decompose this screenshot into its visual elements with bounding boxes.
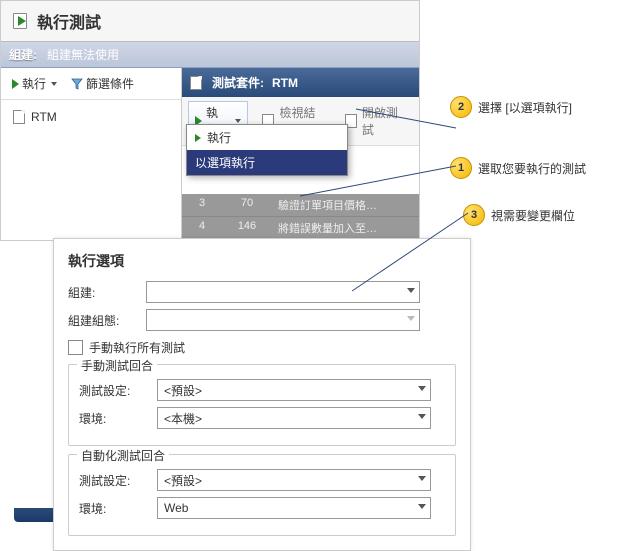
suite-icon: [13, 110, 27, 124]
chevron-down-icon: [418, 386, 426, 391]
callout-text: 選取您要執行的測試: [478, 160, 586, 177]
manual-all-label: 手動執行所有測試: [89, 339, 185, 356]
callout-text: 視需要變更欄位: [491, 207, 575, 224]
dialog-title: 執行選項: [68, 251, 456, 271]
chevron-down-icon: [418, 504, 426, 509]
dropdown-run-options-label: 以選項執行: [195, 154, 255, 171]
callout-1: 1 選取您要執行的測試: [450, 157, 586, 179]
test-settings-label: 測試設定:: [79, 472, 157, 489]
manual-group: 手動測試回合 測試設定: <預設> 環境: <本機>: [68, 364, 456, 446]
callout-text: 選擇 [以選項執行]: [478, 99, 572, 116]
environment-label: 環境:: [79, 500, 157, 517]
open-tests-button[interactable]: 開啟測試: [339, 101, 413, 141]
chevron-down-icon: [51, 82, 57, 86]
run-options-dialog: 執行選項 組建: 組建組態: 手動執行所有測試 手動測試回合 測試設定: <預設…: [53, 238, 471, 551]
chevron-down-icon: [418, 476, 426, 481]
auto-legend: 自動化測試回合: [77, 447, 169, 464]
auto-group: 自動化測試回合 測試設定: <預設> 環境: Web: [68, 454, 456, 536]
callout-number: 1: [450, 157, 472, 179]
suite-header: 測試套件: RTM: [182, 68, 419, 97]
run-dropdown: 執行 以選項執行: [186, 124, 348, 176]
row-id: 70: [222, 194, 272, 216]
main-window: 執行測試 組建: 組建無法使用 執行 篩選條件: [0, 0, 420, 241]
left-run-label: 執行: [22, 75, 46, 92]
checkbox-icon: [68, 340, 83, 355]
suite-icon: [190, 76, 204, 90]
test-tree: RTM: [1, 100, 181, 134]
dropdown-item-run-with-options[interactable]: 以選項執行: [187, 150, 347, 175]
manual-all-checkbox[interactable]: 手動執行所有測試: [68, 339, 456, 356]
filter-button[interactable]: 篩選條件: [66, 72, 139, 95]
select-value: <預設>: [164, 472, 202, 489]
suite-prefix: 測試套件:: [212, 74, 264, 91]
suite-name: RTM: [272, 76, 298, 90]
titlebar: 執行測試: [1, 1, 419, 42]
open-tests-label: 開啟測試: [362, 104, 407, 138]
row-number: 3: [182, 194, 222, 216]
tree-item-label: RTM: [31, 110, 57, 124]
table-row[interactable]: 4 146 將錯誤數量加入至…: [182, 217, 419, 240]
callout-3: 3 視需要變更欄位: [463, 204, 575, 226]
callout-number: 3: [463, 204, 485, 226]
select-value: <本機>: [164, 410, 202, 427]
row-number: 4: [182, 217, 222, 239]
right-pane: 測試套件: RTM 執行 檢視結果 開啟測試: [182, 68, 419, 240]
row-id: 146: [222, 217, 272, 239]
auto-test-settings-select[interactable]: <預設>: [157, 469, 431, 491]
build-config-label: 組建組態:: [68, 312, 146, 329]
row-title: 將錯誤數量加入至…: [272, 217, 419, 239]
callout-number: 2: [450, 96, 472, 118]
select-value: Web: [164, 501, 188, 515]
auto-environment-select[interactable]: Web: [157, 497, 431, 519]
manual-legend: 手動測試回合: [77, 357, 157, 374]
row-title: 驗證訂單項目價格…: [272, 194, 419, 216]
build-select[interactable]: [146, 281, 420, 303]
chevron-down-icon: [235, 119, 241, 123]
test-grid: 3 70 驗證訂單項目價格… 4 146 將錯誤數量加入至…: [182, 194, 419, 240]
tree-item-rtm[interactable]: RTM: [9, 108, 173, 126]
manual-environment-select[interactable]: <本機>: [157, 407, 431, 429]
build-label: 組建:: [68, 284, 146, 301]
build-label: 組建:: [9, 46, 37, 63]
environment-label: 環境:: [79, 410, 157, 427]
build-value: 組建無法使用: [47, 46, 119, 63]
chevron-down-icon: [418, 414, 426, 419]
select-value: <預設>: [164, 382, 202, 399]
build-config-select: [146, 309, 420, 331]
dropdown-item-run[interactable]: 執行: [187, 125, 347, 150]
callout-2: 2 選擇 [以選項執行]: [450, 96, 572, 118]
test-settings-label: 測試設定:: [79, 382, 157, 399]
left-pane: 執行 篩選條件 RTM: [1, 68, 182, 240]
chevron-down-icon: [407, 316, 415, 321]
dropdown-run-label: 執行: [207, 129, 231, 146]
page-title: 執行測試: [37, 9, 101, 33]
play-icon: [12, 79, 19, 89]
chevron-down-icon: [407, 288, 415, 293]
left-toolbar: 執行 篩選條件: [1, 68, 181, 100]
manual-test-settings-select[interactable]: <預設>: [157, 379, 431, 401]
left-run-button[interactable]: 執行: [7, 72, 62, 95]
run-test-icon: [13, 13, 29, 29]
filter-label: 篩選條件: [86, 75, 134, 92]
build-bar: 組建: 組建無法使用: [1, 42, 419, 68]
table-row[interactable]: 3 70 驗證訂單項目價格…: [182, 194, 419, 217]
funnel-icon: [71, 78, 83, 90]
play-icon: [195, 134, 201, 142]
